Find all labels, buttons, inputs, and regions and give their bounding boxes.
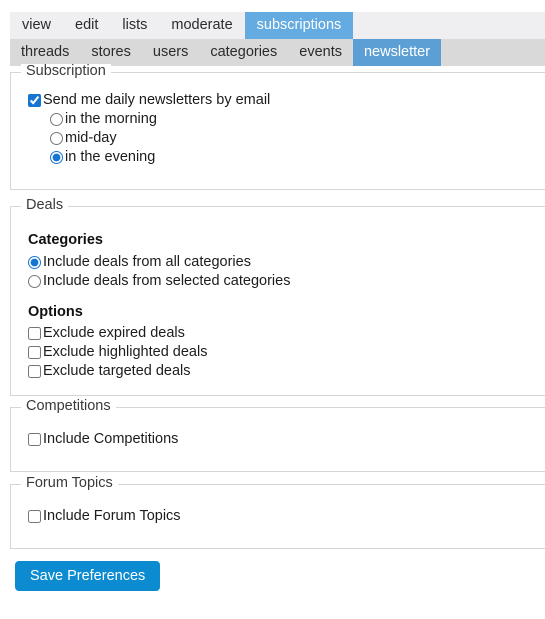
deals-categories-options: Include deals from all categories Include… bbox=[28, 253, 545, 291]
deals-category-row[interactable]: Include deals from selected categories bbox=[28, 272, 545, 291]
deals-option-checkbox-1[interactable] bbox=[28, 346, 41, 359]
deals-option-row[interactable]: Exclude expired deals bbox=[28, 324, 545, 343]
forum-topics-legend: Forum Topics bbox=[21, 476, 118, 491]
primary-tab-edit[interactable]: edit bbox=[63, 12, 110, 39]
newsletter-opt-in-row[interactable]: Send me daily newsletters by email bbox=[28, 91, 545, 110]
newsletter-time-options: in the morning mid-day in the evening bbox=[28, 110, 545, 167]
deals-legend: Deals bbox=[21, 198, 69, 213]
newsletter-time-row[interactable]: mid-day bbox=[28, 129, 545, 148]
primary-tab-moderate[interactable]: moderate bbox=[159, 12, 244, 39]
deals-option-label-1[interactable]: Exclude highlighted deals bbox=[42, 345, 207, 360]
newsletter-preferences-page: view edit lists moderate subscriptions threa… bbox=[0, 0, 545, 619]
save-preferences-button[interactable]: Save Preferences bbox=[15, 561, 161, 591]
newsletter-opt-in-checkbox[interactable] bbox=[28, 94, 41, 107]
deals-category-label-1[interactable]: Include deals from selected categories bbox=[42, 274, 290, 289]
subscription-section: Subscription Send me daily newsletters b… bbox=[10, 64, 545, 190]
primary-tab-lists[interactable]: lists bbox=[110, 12, 159, 39]
secondary-tab-users[interactable]: users bbox=[142, 39, 199, 66]
newsletter-time-label-2[interactable]: in the evening bbox=[64, 150, 155, 165]
secondary-tab-bar: threads stores users categories events newsle… bbox=[10, 39, 545, 66]
newsletter-opt-in-label[interactable]: Send me daily newsletters by email bbox=[42, 93, 270, 108]
newsletter-time-radio-1[interactable] bbox=[50, 132, 63, 145]
include-competitions-checkbox[interactable] bbox=[28, 433, 41, 446]
competitions-legend: Competitions bbox=[21, 399, 116, 414]
forum-topics-section: Forum Topics Include Forum Topics bbox=[10, 476, 545, 549]
deals-category-row[interactable]: Include deals from all categories bbox=[28, 253, 545, 272]
deals-category-radio-1[interactable] bbox=[28, 274, 41, 288]
newsletter-time-row[interactable]: in the evening bbox=[28, 148, 545, 167]
deals-option-checkbox-0[interactable] bbox=[28, 327, 41, 340]
deals-categories-heading: Categories bbox=[28, 232, 103, 248]
deals-options-heading: Options bbox=[28, 303, 83, 320]
secondary-tab-stores[interactable]: stores bbox=[80, 39, 142, 66]
deals-option-label-2[interactable]: Exclude targeted deals bbox=[42, 364, 191, 379]
deals-options-checkboxes: Exclude expired deals Exclude highlighted… bbox=[28, 324, 545, 381]
include-competitions-label[interactable]: Include Competitions bbox=[42, 432, 178, 447]
secondary-tab-events[interactable]: events bbox=[288, 39, 353, 66]
include-forum-topics-label[interactable]: Include Forum Topics bbox=[42, 509, 181, 524]
primary-tab-view[interactable]: view bbox=[10, 12, 63, 39]
newsletter-time-radio-2[interactable] bbox=[50, 151, 63, 164]
deals-option-label-0[interactable]: Exclude expired deals bbox=[42, 326, 185, 341]
newsletter-time-label-1[interactable]: mid-day bbox=[64, 131, 117, 146]
secondary-tab-threads[interactable]: threads bbox=[10, 39, 80, 66]
primary-tab-subscriptions[interactable]: subscriptions bbox=[244, 12, 354, 39]
newsletter-time-row[interactable]: in the morning bbox=[28, 110, 545, 129]
secondary-tab-newsletter[interactable]: newsletter bbox=[352, 39, 442, 66]
secondary-tab-categories[interactable]: categories bbox=[199, 39, 288, 66]
include-competitions-row[interactable]: Include Competitions bbox=[28, 430, 545, 449]
competitions-section: Competitions Include Competitions bbox=[10, 399, 545, 472]
include-forum-topics-checkbox[interactable] bbox=[28, 510, 41, 523]
deals-category-radio-0[interactable] bbox=[28, 255, 41, 269]
primary-tab-bar: view edit lists moderate subscriptions bbox=[10, 12, 545, 39]
deals-option-row[interactable]: Exclude targeted deals bbox=[28, 362, 545, 381]
include-forum-topics-row[interactable]: Include Forum Topics bbox=[28, 507, 545, 526]
newsletter-time-label-0[interactable]: in the morning bbox=[64, 112, 157, 127]
deals-section: Deals Categories Include deals from all … bbox=[10, 198, 545, 396]
deals-option-row[interactable]: Exclude highlighted deals bbox=[28, 343, 545, 362]
newsletter-time-radio-0[interactable] bbox=[50, 113, 63, 126]
subscription-legend: Subscription bbox=[21, 64, 111, 79]
deals-category-label-0[interactable]: Include deals from all categories bbox=[42, 255, 251, 270]
deals-option-checkbox-2[interactable] bbox=[28, 365, 41, 378]
